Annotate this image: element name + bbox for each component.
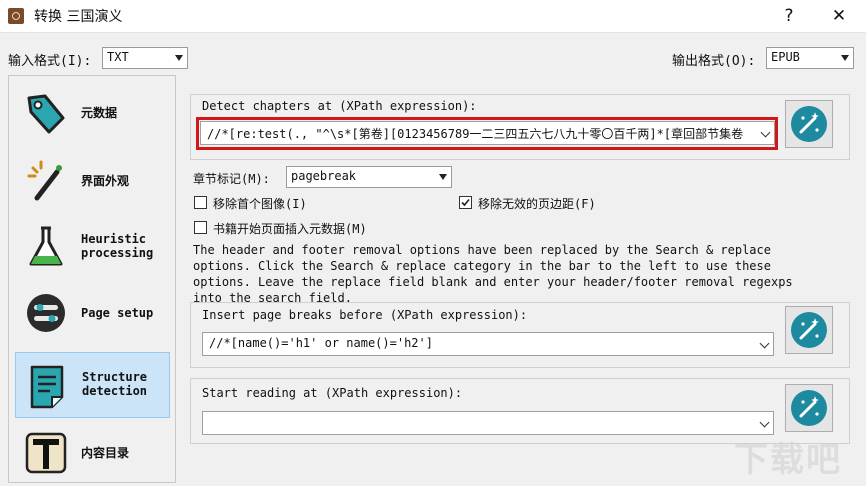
watermark: 下载吧 bbox=[734, 440, 842, 480]
detect-chapters-wizard-button[interactable] bbox=[785, 100, 833, 148]
sidebar-item-look-and-feel[interactable]: 界面外观 bbox=[15, 148, 170, 214]
structure-detection-icon bbox=[30, 365, 64, 409]
detect-chapters-label: Detect chapters at (XPath expression): bbox=[202, 99, 477, 113]
sidebar-item-label: Structure detection bbox=[82, 370, 148, 398]
window-title: 转换 三国演义 bbox=[34, 9, 123, 25]
insert-metadata-checkbox[interactable] bbox=[194, 221, 207, 234]
highlight-box bbox=[196, 117, 778, 150]
remove-first-image-label: 移除首个图像(I) bbox=[213, 197, 307, 211]
magic-wand-icon bbox=[799, 318, 819, 340]
toc-t-icon bbox=[25, 432, 67, 474]
remove-first-image-checkbox[interactable] bbox=[194, 196, 207, 209]
chevron-down-icon bbox=[841, 55, 849, 61]
chapter-mark-value: pagebreak bbox=[291, 169, 357, 183]
output-format-label: 输出格式(O): bbox=[672, 54, 756, 69]
category-sidebar: 元数据 界面外观 Heuristic processing Page setup bbox=[8, 75, 176, 483]
remove-fake-margins-checkbox[interactable] bbox=[459, 196, 472, 209]
input-format-select[interactable]: TXT bbox=[102, 47, 188, 69]
help-button[interactable]: ? bbox=[776, 3, 802, 29]
page-breaks-input[interactable]: //*[name()='h1' or name()='h2'] bbox=[202, 332, 774, 356]
magic-wand-icon bbox=[27, 160, 62, 201]
input-format-label: 输入格式(I): bbox=[8, 54, 92, 69]
page-setup-icon bbox=[27, 294, 65, 332]
insert-metadata-label: 书籍开始页面插入元数据(M) bbox=[213, 222, 367, 236]
chevron-down-icon bbox=[759, 417, 770, 428]
flask-icon bbox=[29, 226, 63, 266]
sidebar-item-metadata[interactable]: 元数据 bbox=[15, 80, 170, 146]
checkmark-icon bbox=[461, 198, 470, 207]
remove-fake-margins-label: 移除无效的页边距(F) bbox=[478, 197, 596, 211]
page-breaks-wizard-button[interactable] bbox=[785, 306, 833, 354]
title-bar: 转换 三国演义 ? ✕ bbox=[0, 0, 866, 33]
chevron-down-icon bbox=[175, 55, 183, 61]
start-reading-label: Start reading at (XPath expression): bbox=[202, 386, 463, 400]
chevron-down-icon bbox=[439, 174, 447, 180]
sidebar-item-structure-detection[interactable]: Structure detection bbox=[15, 352, 170, 418]
start-reading-wizard-button[interactable] bbox=[785, 384, 833, 432]
sidebar-item-label: Page setup bbox=[81, 306, 154, 320]
chapter-mark-select[interactable]: pagebreak bbox=[286, 166, 452, 188]
sidebar-item-table-of-contents[interactable]: 内容目录 bbox=[15, 420, 170, 486]
chevron-down-icon bbox=[759, 338, 770, 349]
metadata-tag-icon bbox=[27, 94, 65, 134]
input-format-value: TXT bbox=[107, 50, 129, 64]
sidebar-item-heuristic-processing[interactable]: Heuristic processing bbox=[15, 214, 170, 280]
magic-wand-icon bbox=[799, 112, 819, 134]
sidebar-item-label: 内容目录 bbox=[81, 446, 130, 460]
output-format-value: EPUB bbox=[771, 50, 800, 64]
start-reading-input[interactable] bbox=[202, 411, 774, 435]
page-breaks-value: //*[name()='h1' or name()='h2'] bbox=[209, 336, 433, 350]
sidebar-item-page-setup[interactable]: Page setup bbox=[15, 280, 170, 346]
header-footer-note: The header and footer removal options ha… bbox=[193, 243, 793, 305]
sidebar-item-label: 元数据 bbox=[81, 106, 118, 120]
sidebar-item-label: 界面外观 bbox=[81, 174, 130, 188]
close-button[interactable]: ✕ bbox=[826, 3, 852, 29]
page-breaks-label: Insert page breaks before (XPath express… bbox=[202, 308, 528, 322]
app-icon bbox=[8, 8, 24, 24]
sidebar-item-label: Heuristic processing bbox=[81, 232, 154, 260]
chapter-mark-label: 章节标记(M): bbox=[193, 172, 270, 186]
magic-wand-icon bbox=[799, 396, 819, 418]
output-format-select[interactable]: EPUB bbox=[766, 47, 854, 69]
